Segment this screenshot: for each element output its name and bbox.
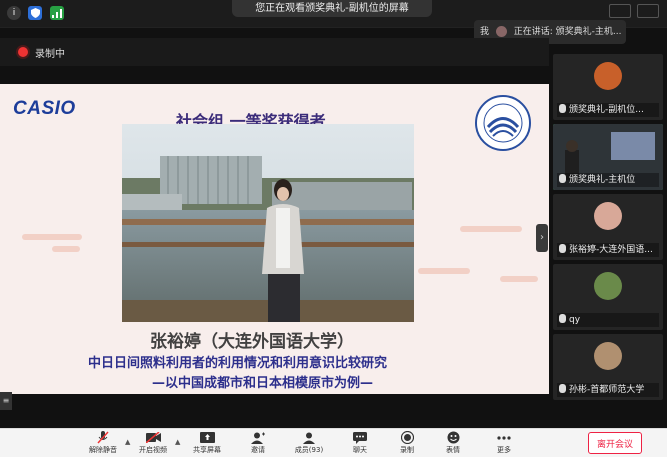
mic-icon [559, 174, 566, 183]
decor-stripe [418, 268, 470, 274]
more-dots-icon [496, 431, 512, 444]
start-video-button[interactable]: 开启视频 [128, 431, 178, 457]
winner-name: 张裕婷（大连外国语大学） [150, 332, 354, 352]
viewing-screen-notice: 您正在观看颁奖典礼-副机位的屏幕 [232, 0, 432, 17]
paper-subtitle: —以中国成都市和日本相模原市为例— [152, 376, 374, 391]
invite-label: 邀请 [251, 446, 265, 454]
chat-label: 聊天 [353, 446, 367, 454]
more-button[interactable]: 更多 [479, 431, 529, 457]
participant-name-text: 颁奖典礼-主机位 [569, 175, 636, 185]
participant-name: qy [557, 313, 659, 327]
avatar [594, 62, 622, 90]
left-panel-toggle-icon[interactable]: ≡ [0, 392, 12, 410]
decor-stripe [460, 226, 522, 232]
info-icon[interactable]: i [7, 6, 21, 20]
collapse-sidebar-icon[interactable]: › [536, 224, 548, 252]
participant-tile[interactable]: 张裕婷-大连外国语... [553, 194, 663, 260]
leave-meeting-button[interactable]: 离开会议 [588, 432, 642, 454]
smile-icon [445, 431, 461, 444]
speaking-text: 正在讲话: 颁奖典礼-主机... [513, 27, 622, 37]
reactions-label: 表情 [446, 446, 460, 454]
members-label: 成员(93) [294, 446, 324, 454]
recording-dot-icon [18, 47, 28, 57]
participant-sidebar: 颁奖典礼-副机位... 颁奖典礼-主机位 张裕婷-大连外国语... qy 孙彬-… [549, 50, 667, 428]
invite-button[interactable]: 邀请 [233, 431, 283, 457]
meeting-toolbar: 解除静音 ▲ 开启视频 ▲ 共享屏幕 邀请 成员(93) 聊天 录制 表情 更多… [0, 428, 667, 457]
casio-logo: CASIO [13, 98, 76, 119]
fullscreen-icon[interactable] [637, 4, 659, 18]
participant-name-text: 颁奖典礼-副机位... [569, 105, 644, 115]
participant-name: 张裕婷-大连外国语... [557, 243, 659, 257]
speaking-prefix: 我 [480, 27, 490, 37]
avatar [594, 342, 622, 370]
record-label: 录制 [400, 446, 414, 454]
recording-bar: 录制中 [0, 38, 549, 66]
chat-icon [352, 431, 368, 444]
avatar [594, 272, 622, 300]
mic-icon [559, 384, 566, 393]
meeting-window: i 您正在观看颁奖典礼-副机位的屏幕 我 正在讲话: 颁奖典礼-主机... 录制… [0, 0, 667, 457]
participant-name-text: 张裕婷-大连外国语... [569, 245, 653, 255]
video-options-caret-icon[interactable]: ▲ [175, 438, 181, 446]
participant-tile[interactable]: qy [553, 264, 663, 330]
record-button[interactable]: 录制 [382, 431, 432, 457]
share-screen-icon [199, 431, 215, 444]
participant-tile[interactable]: 颁奖典礼-副机位... [553, 54, 663, 120]
avatar [594, 202, 622, 230]
window-controls [609, 4, 659, 18]
view-toggle-icon[interactable] [609, 4, 631, 18]
mic-muted-icon [95, 431, 111, 444]
shared-screen-slide: CASIO 社会组 一等奖获得者 张裕婷（大连外国语大学） 中日日间照料利用者的… [0, 84, 549, 394]
shield-icon[interactable] [28, 6, 42, 20]
participant-tile[interactable]: 孙彬-首都师范大学 [553, 334, 663, 400]
organizer-seal-icon [475, 95, 531, 151]
paper-title: 中日日间照料利用者的利用情况和利用意识比较研究 [88, 356, 388, 371]
participant-name-text: 孙彬-首都师范大学 [569, 385, 645, 395]
members-button[interactable]: 成员(93) [284, 431, 334, 457]
mic-icon [559, 314, 566, 323]
participant-tile-active[interactable]: 颁奖典礼-主机位 [553, 124, 663, 190]
participant-name: 颁奖典礼-副机位... [557, 103, 659, 117]
participant-name: 孙彬-首都师范大学 [557, 383, 659, 397]
recording-label: 录制中 [35, 49, 65, 60]
video-off-icon [145, 431, 161, 444]
mic-icon [559, 244, 566, 253]
add-user-icon [250, 431, 266, 444]
share-screen-label: 共享屏幕 [193, 446, 221, 454]
more-label: 更多 [497, 446, 511, 454]
unmute-button[interactable]: 解除静音 [78, 431, 128, 457]
winner-photo [122, 124, 414, 322]
reactions-button[interactable]: 表情 [428, 431, 478, 457]
mic-icon [559, 104, 566, 113]
signal-icon[interactable] [50, 6, 64, 20]
user-icon [301, 431, 317, 444]
decor-stripe [52, 246, 80, 252]
participant-name-text: qy [569, 315, 581, 325]
unmute-label: 解除静音 [89, 446, 117, 454]
share-screen-button[interactable]: 共享屏幕 [182, 431, 232, 457]
speaker-avatar [495, 26, 507, 37]
start-video-label: 开启视频 [139, 446, 167, 454]
chat-button[interactable]: 聊天 [335, 431, 385, 457]
participant-name: 颁奖典礼-主机位 [557, 173, 659, 187]
decor-stripe [22, 234, 82, 240]
decor-stripe [500, 276, 538, 282]
record-icon [399, 431, 415, 444]
